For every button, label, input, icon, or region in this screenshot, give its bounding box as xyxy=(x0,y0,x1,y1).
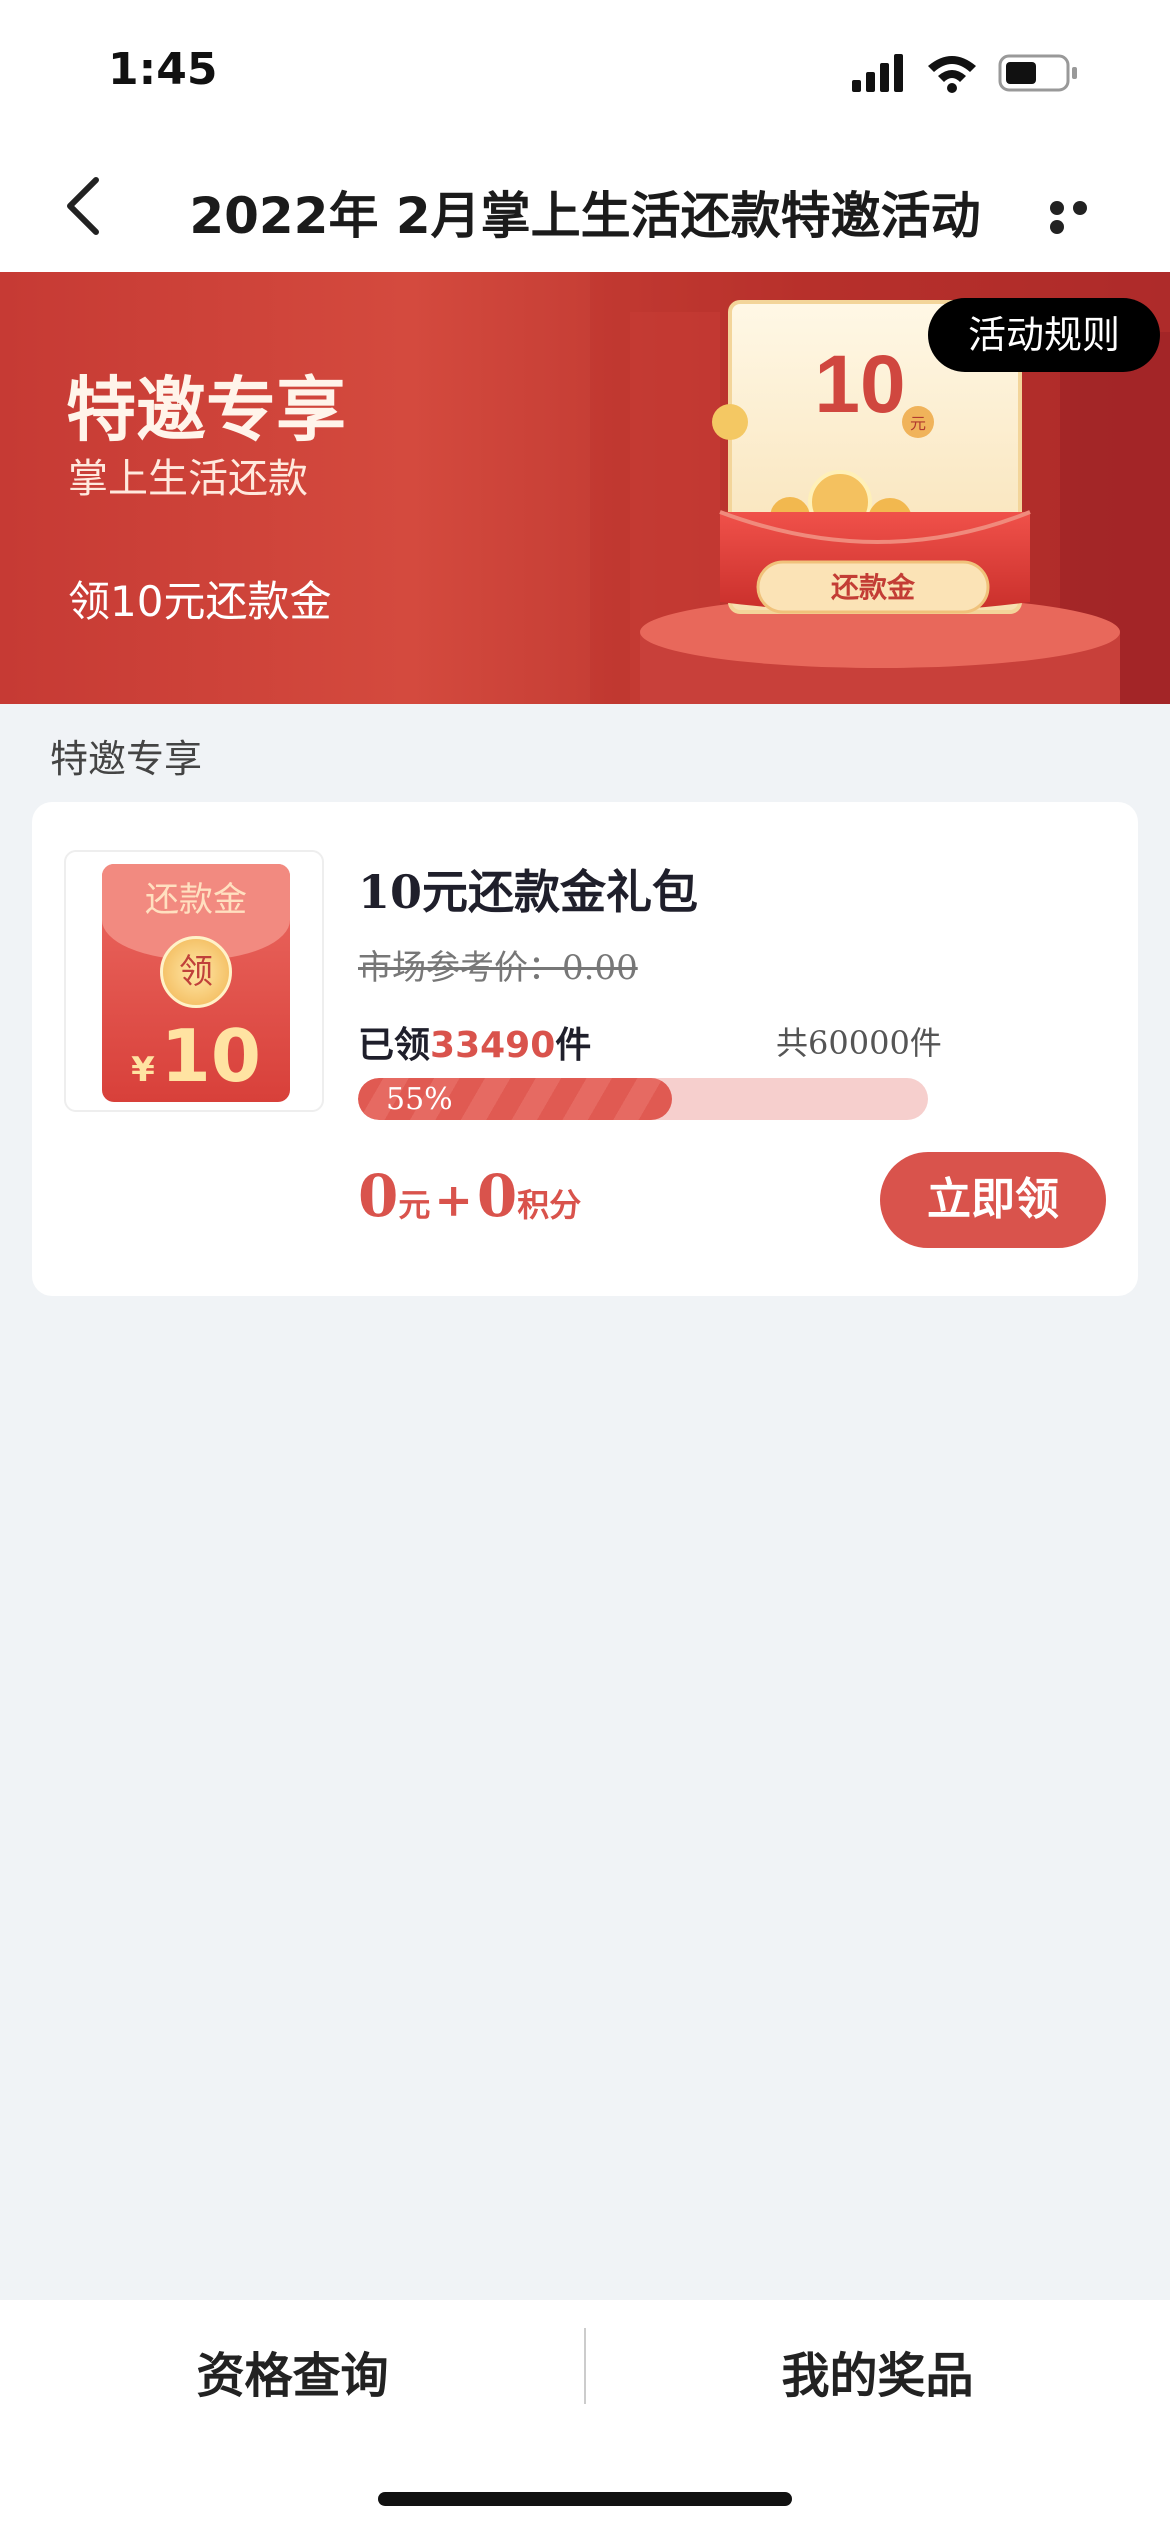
price-points: 0 xyxy=(476,1162,518,1230)
chevron-left-icon xyxy=(67,177,99,235)
voucher-amount: 10 xyxy=(814,339,905,430)
claimed-number: 33490 xyxy=(430,1025,556,1066)
more-dot-icon xyxy=(1073,201,1087,215)
thumbnail-amount-value: 10 xyxy=(160,1014,261,1098)
home-indicator xyxy=(378,2492,792,2506)
total-stock: 共60000件 xyxy=(776,1024,942,1062)
banner-title: 特邀专享 xyxy=(66,368,346,451)
voucher-unit: 元 xyxy=(910,414,926,433)
currency-symbol: ¥ xyxy=(131,1050,155,1090)
activity-rules-button[interactable]: 活动规则 xyxy=(928,298,1160,372)
tab-eligibility-check[interactable]: 资格查询 xyxy=(0,2336,585,2406)
claim-now-button[interactable]: 立即领 xyxy=(880,1152,1106,1248)
price-cash-unit: 元 xyxy=(398,1186,431,1224)
red-envelope-image: 还款金 领 ¥10 xyxy=(102,864,290,1102)
more-dot-icon xyxy=(1050,201,1064,215)
tab-my-prizes[interactable]: 我的奖品 xyxy=(585,2336,1170,2406)
claimed-count: 已领33490件 xyxy=(358,1016,591,1068)
status-icons xyxy=(852,50,1112,94)
price-cash: 0 xyxy=(358,1162,399,1230)
banner-subtitle: 掌上生活还款 xyxy=(68,456,308,502)
status-time: 1:45 xyxy=(108,44,218,95)
thumbnail-label: 还款金 xyxy=(145,880,247,920)
claimed-prefix: 已领 xyxy=(358,1025,431,1066)
claim-progress-bar: 55% xyxy=(358,1078,928,1120)
price: 0元+0积分 xyxy=(358,1162,581,1230)
section-label: 特邀专享 xyxy=(50,737,203,781)
nav-bar: 2022年 2月掌上生活还款特邀活动 xyxy=(0,140,1170,272)
back-button[interactable] xyxy=(58,174,110,238)
banner-description: 领10元还款金 xyxy=(68,577,332,626)
product-card: 还款金 领 ¥10 10元还款金礼包 市场参考价：0.00 已领33490件 共… xyxy=(32,802,1138,1296)
more-dot-icon xyxy=(1050,220,1064,234)
page-title: 2022年 2月掌上生活还款特邀活动 xyxy=(189,187,981,245)
claimed-suffix: 件 xyxy=(555,1025,592,1066)
thumbnail-amount: ¥10 xyxy=(102,1014,290,1098)
price-points-unit: 积分 xyxy=(517,1186,582,1224)
product-title: 10元还款金礼包 xyxy=(358,865,699,919)
reference-price: 市场参考价：0.00 xyxy=(358,948,638,988)
product-thumbnail: 还款金 领 ¥10 xyxy=(64,850,324,1112)
price-plus: + xyxy=(434,1173,473,1227)
progress-percent: 55% xyxy=(386,1082,453,1117)
signal-wifi-battery-icon xyxy=(852,54,1077,93)
more-options-button[interactable] xyxy=(1050,200,1116,234)
promo-banner: 特邀专享 掌上生活还款 领10元还款金 10 元 还款金 活动规则 xyxy=(0,272,1170,704)
coin-icon: 领 xyxy=(160,936,232,1008)
status-bar: 1:45 xyxy=(0,0,1170,140)
voucher-label: 还款金 xyxy=(831,571,916,604)
